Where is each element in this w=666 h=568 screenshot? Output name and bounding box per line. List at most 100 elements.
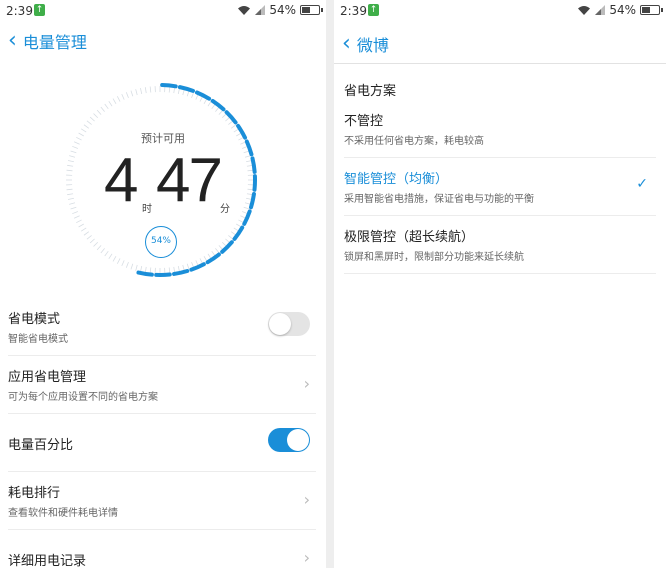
gauge-segment — [136, 270, 154, 277]
gauge-tick — [112, 256, 117, 262]
gauge-segment — [194, 90, 212, 101]
gauge-tick — [89, 238, 95, 244]
gauge-tick — [80, 227, 87, 232]
minutes-unit: 分 — [220, 204, 230, 215]
gauge-tick — [243, 206, 250, 210]
gauge-segment — [160, 83, 178, 89]
app-power-plan-screen: 2:39 ↑ 54% ‹ 微博 省电方案 不管控 不采用任何省电方案，耗电较高 … — [334, 0, 666, 568]
nav-bar: ‹ 电量管理 — [0, 28, 326, 54]
power-saving-mode-row[interactable]: 省电模式 智能省电模式 — [8, 298, 316, 356]
gauge-tick — [140, 87, 143, 95]
gauge-tick — [69, 155, 76, 158]
gauge-tick — [72, 145, 78, 149]
option-smart-control[interactable]: 智能管控（均衡） 采用智能省电措施，保证省电与功能的平衡 ✓ — [344, 158, 656, 216]
toggle-knob — [287, 429, 309, 451]
gauge-tick — [104, 103, 109, 110]
status-time: 2:39 — [6, 4, 33, 18]
back-button[interactable]: ‹ 电量管理 — [8, 29, 87, 53]
gauge-tick — [215, 248, 220, 254]
battery-fill — [302, 7, 311, 13]
chevron-right-icon: › — [303, 374, 310, 393]
gauge-tick — [135, 89, 138, 96]
battery-percent-badge: 54% — [145, 226, 177, 258]
gauge-tick — [130, 90, 134, 97]
status-icons: 54% — [237, 3, 323, 17]
gauge-tick — [244, 155, 251, 158]
notification-icon: ↑ — [368, 4, 379, 16]
wifi-icon — [238, 5, 251, 15]
gauge-tick — [130, 263, 134, 270]
gauge-tick — [116, 258, 121, 264]
gauge-segment — [252, 174, 257, 192]
gauge-tick — [230, 124, 237, 129]
battery-management-screen: 2:39 ↑ 54% ‹ 电量管理 预计可用 4 时 47 分 54% 省电模式… — [0, 0, 326, 568]
battery-fill — [642, 7, 651, 13]
gauge-tick — [108, 100, 113, 107]
back-button[interactable]: ‹ 微博 — [342, 32, 389, 56]
gauge-tick — [100, 248, 105, 254]
gauge-segment — [250, 156, 257, 174]
option-extreme-control[interactable]: 极限管控（超长续航） 锁屏和黑屏时，限制部分功能来延长续航 — [344, 216, 656, 274]
battery-icon — [640, 5, 663, 15]
power-ranking-row[interactable]: 耗电排行 查看软件和硬件耗电详情 › — [8, 472, 316, 530]
gauge-segment — [224, 110, 238, 125]
gauge-tick — [104, 250, 109, 257]
gauge-segment — [189, 262, 206, 272]
option-no-control[interactable]: 不管控 不采用任何省电方案，耗电较高 — [344, 100, 656, 158]
gauge-tick — [186, 263, 190, 270]
gauge-tick — [67, 197, 75, 200]
section-title: 省电方案 — [344, 84, 397, 99]
gauge-tick — [72, 211, 78, 215]
gauge-tick — [121, 260, 125, 267]
gauge-tick — [86, 235, 92, 240]
gauge-tick — [100, 106, 105, 112]
gauge-tick — [96, 109, 102, 115]
row-title: 应用省电管理 — [8, 370, 87, 385]
gauge-tick — [135, 264, 138, 271]
option-title: 极限管控（超长续航） — [344, 230, 475, 245]
panel-divider — [326, 0, 334, 568]
chevron-left-icon: ‹ — [342, 30, 351, 56]
page-title: 电量管理 — [22, 33, 87, 52]
battery-percent-text: 54% — [269, 3, 296, 17]
gauge-segment — [177, 85, 195, 93]
power-saving-toggle[interactable] — [268, 312, 310, 336]
battery-percentage-toggle[interactable] — [268, 428, 310, 452]
page-title: 微博 — [356, 35, 389, 55]
status-time: 2:39 — [340, 4, 367, 18]
gauge-tick — [125, 262, 129, 268]
signal-icon — [595, 5, 606, 15]
gauge-tick — [112, 98, 117, 104]
gauge-tick — [116, 96, 121, 102]
gauge-tick — [67, 160, 75, 163]
status-bar: 2:39 ↑ 54% — [0, 0, 326, 22]
gauge-tick — [144, 87, 147, 94]
gauge-tick — [89, 116, 95, 122]
gauge-tick — [86, 120, 92, 125]
chevron-right-icon: › — [303, 548, 310, 567]
row-title: 电量百分比 — [8, 438, 74, 453]
option-subtitle: 锁屏和黑屏时，限制部分功能来延长续航 — [344, 252, 524, 263]
app-power-management-row[interactable]: 应用省电管理 可为每个应用设置不同的省电方案 › — [8, 356, 316, 414]
remaining-time: 4 时 47 分 — [104, 150, 234, 220]
gauge-label: 预计可用 — [141, 132, 185, 145]
wifi-icon — [578, 5, 591, 15]
gauge-segment — [154, 272, 172, 277]
battery-icon — [300, 5, 323, 15]
option-title: 不管控 — [344, 114, 384, 129]
battery-percentage-row[interactable]: 电量百分比 — [8, 414, 316, 472]
gauge-tick — [125, 92, 129, 98]
toggle-knob — [269, 313, 291, 335]
gauge-tick — [70, 206, 77, 210]
gauge-tick — [96, 245, 102, 251]
gauge-segment — [172, 268, 190, 276]
chevron-left-icon: ‹ — [8, 28, 17, 53]
row-title: 省电模式 — [8, 312, 61, 327]
row-subtitle: 查看软件和硬件耗电详情 — [8, 508, 118, 519]
gauge-tick — [66, 169, 73, 172]
gauge-tick — [67, 164, 74, 167]
row-subtitle: 智能省电模式 — [8, 334, 68, 345]
power-usage-records-row[interactable]: 详细用电记录 › — [8, 530, 316, 568]
gauge-tick — [93, 241, 99, 247]
hours-unit: 时 — [142, 204, 152, 215]
